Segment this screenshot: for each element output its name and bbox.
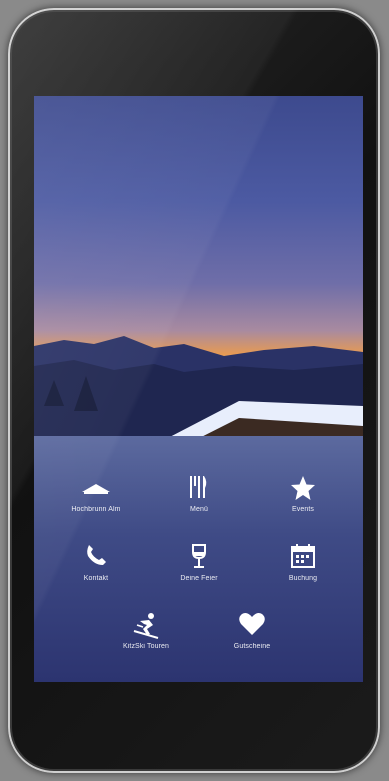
hut-icon (46, 474, 146, 506)
menu-grid: Hochbrunn Alm Menü Events Kontakt Deine (34, 96, 363, 682)
menu-label: Events (292, 506, 314, 513)
menu-item-deine-feier[interactable]: Deine Feier (149, 543, 249, 582)
menu-label: Deine Feier (180, 575, 218, 582)
menu-label: KitzSki Touren (122, 643, 169, 650)
menu-label: Kontakt (83, 575, 109, 582)
skier-icon (96, 611, 196, 643)
cutlery-icon (149, 474, 249, 506)
calendar-icon (253, 543, 353, 575)
menu-item-kontakt[interactable]: Kontakt (46, 543, 146, 582)
star-icon (253, 474, 353, 506)
menu-item-buchung[interactable]: Buchung (253, 543, 353, 582)
menu-item-menu[interactable]: Menü (149, 474, 249, 513)
menu-item-gutscheine[interactable]: Gutscheine (202, 611, 302, 650)
menu-item-kitzski-touren[interactable]: KitzSki Touren (96, 611, 196, 650)
menu-label: Hochbrunn Alm (71, 506, 121, 513)
wine-glass-icon (149, 543, 249, 575)
phone-icon (46, 543, 146, 575)
app-screen: Hochbrunn Alm Menü Events Kontakt Deine (34, 96, 363, 682)
menu-label: Gutscheine (233, 643, 271, 650)
menu-label: Buchung (288, 575, 318, 582)
menu-item-hochbrunn-alm[interactable]: Hochbrunn Alm (46, 474, 146, 513)
menu-item-events[interactable]: Events (253, 474, 353, 513)
menu-label: Menü (190, 506, 208, 513)
heart-icon (202, 611, 302, 643)
